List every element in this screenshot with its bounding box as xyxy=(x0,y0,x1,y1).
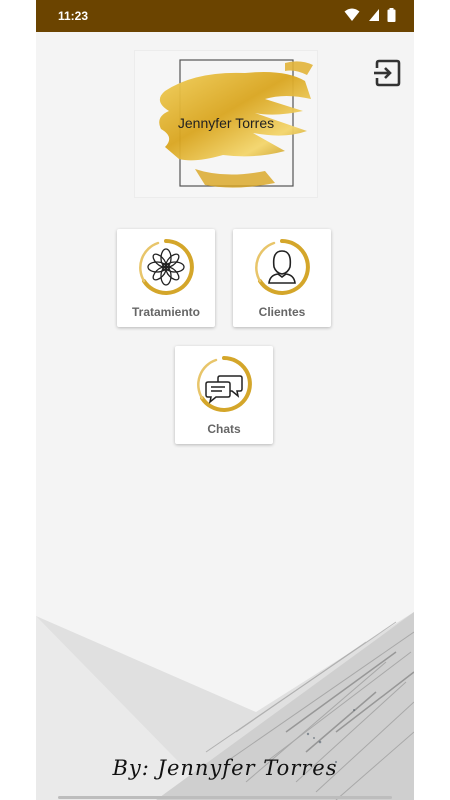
battery-icon xyxy=(387,8,396,22)
clientes-label: Clientes xyxy=(258,305,306,319)
tratamiento-label: Tratamiento xyxy=(131,305,200,319)
tratamiento-card[interactable]: Tratamiento xyxy=(117,229,215,327)
logout-button[interactable] xyxy=(372,58,402,88)
brand-logo: Jennyfer Torres xyxy=(134,50,318,198)
chats-card[interactable]: Chats xyxy=(175,346,273,444)
logout-icon xyxy=(374,59,401,87)
signature-text: By: Jennyfer Torres xyxy=(112,756,338,780)
person-icon xyxy=(255,239,310,295)
chat-bubbles-icon xyxy=(197,356,252,412)
wifi-icon xyxy=(344,8,360,21)
flower-icon xyxy=(139,239,194,295)
clientes-card[interactable]: Clientes xyxy=(233,229,331,327)
app-screen: 11:23 Jennyfer Torres Tratamiento Client… xyxy=(36,0,414,800)
logo-name: Jennyfer Torres xyxy=(177,115,275,131)
status-time: 11:23 xyxy=(58,9,89,23)
chats-label: Chats xyxy=(207,422,241,436)
status-bar: 11:23 xyxy=(36,0,414,32)
signal-icon xyxy=(368,9,379,21)
status-icons xyxy=(341,8,396,24)
gesture-nav-bar[interactable] xyxy=(58,796,392,799)
